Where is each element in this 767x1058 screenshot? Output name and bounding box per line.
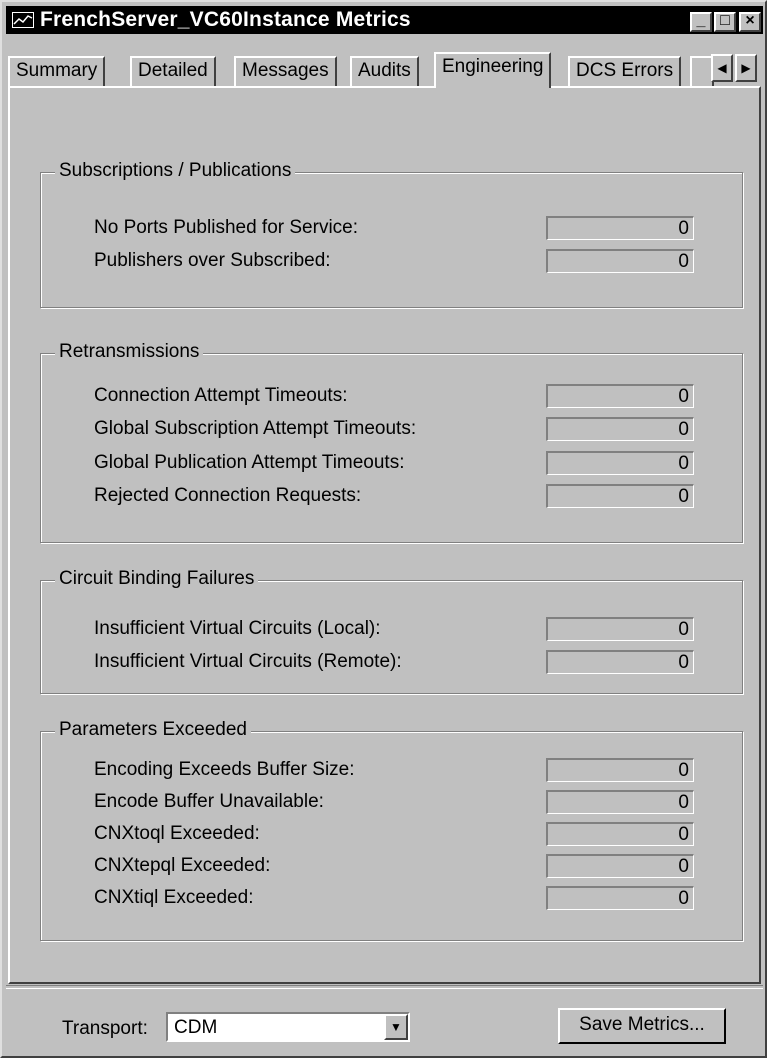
metric-row: Encode Buffer Unavailable: 0	[94, 790, 694, 816]
metric-row: Insufficient Virtual Circuits (Local): 0	[94, 617, 694, 643]
metric-value: 0	[546, 650, 694, 674]
metric-label: Global Subscription Attempt Timeouts:	[94, 418, 417, 439]
metric-label: Insufficient Virtual Circuits (Local):	[94, 618, 381, 639]
metric-label: CNXtoql Exceeded:	[94, 823, 260, 844]
metric-row: Encoding Exceeds Buffer Size: 0	[94, 758, 694, 784]
tab-engineering[interactable]: Engineering	[434, 52, 552, 88]
metric-value: 0	[546, 484, 694, 508]
minimize-button[interactable]: _	[690, 12, 712, 32]
dropdown-button[interactable]: ▼	[384, 1014, 408, 1040]
metric-value: 0	[546, 790, 694, 814]
metric-label: CNXtepql Exceeded:	[94, 855, 271, 876]
window-title: FrenchServer_VC60Instance Metrics	[40, 8, 411, 31]
metric-label: Encode Buffer Unavailable:	[94, 791, 324, 812]
group-title: Circuit Binding Failures	[55, 568, 259, 590]
arrow-right-icon: ▶	[741, 61, 751, 75]
metric-value: 0	[546, 417, 694, 441]
minimize-icon: _	[696, 12, 706, 29]
tab-detailed[interactable]: Detailed	[130, 56, 216, 86]
metric-label: No Ports Published for Service:	[94, 217, 359, 238]
chevron-down-icon: ▼	[390, 1020, 402, 1034]
metric-value: 0	[546, 216, 694, 240]
metric-row: Global Subscription Attempt Timeouts: 0	[94, 417, 694, 443]
metric-row: CNXtepql Exceeded: 0	[94, 854, 694, 880]
tab-dcs-errors[interactable]: DCS Errors	[568, 56, 682, 86]
tab-strip: Summary Detailed Messages Audits Enginee…	[6, 52, 763, 88]
footer-divider	[6, 985, 763, 989]
metric-label: Insufficient Virtual Circuits (Remote):	[94, 651, 402, 672]
metric-value: 0	[546, 886, 694, 910]
metric-row: Publishers over Subscribed: 0	[94, 249, 694, 275]
metrics-window-icon	[12, 12, 34, 28]
metric-row: CNXtiql Exceeded: 0	[94, 886, 694, 912]
metric-label: Encoding Exceeds Buffer Size:	[94, 759, 355, 780]
title-bar[interactable]: FrenchServer_VC60Instance Metrics _ □ ×	[6, 6, 763, 34]
maximize-button[interactable]: □	[714, 12, 736, 32]
tab-messages[interactable]: Messages	[234, 56, 337, 86]
metric-row: Global Publication Attempt Timeouts: 0	[94, 451, 694, 477]
close-icon: ×	[745, 12, 755, 29]
arrow-left-icon: ◀	[717, 61, 727, 75]
group-title: Subscriptions / Publications	[55, 160, 296, 182]
metric-label: Rejected Connection Requests:	[94, 485, 362, 506]
retransmissions-group: Retransmissions	[40, 341, 743, 543]
group-title: Retransmissions	[55, 341, 204, 363]
metric-value: 0	[546, 451, 694, 475]
metric-value: 0	[546, 249, 694, 273]
transport-label: Transport:	[62, 1018, 148, 1039]
metric-value: 0	[546, 854, 694, 878]
metric-value: 0	[546, 758, 694, 782]
tab-scroll-right-button[interactable]: ▶	[735, 54, 757, 82]
metric-row: Connection Attempt Timeouts: 0	[94, 384, 694, 410]
metric-value: 0	[546, 384, 694, 408]
metric-label: Global Publication Attempt Timeouts:	[94, 452, 405, 473]
transport-select[interactable]: CDM ▼	[166, 1012, 410, 1042]
group-title: Parameters Exceeded	[55, 719, 251, 741]
metric-value: 0	[546, 822, 694, 846]
metric-row: Insufficient Virtual Circuits (Remote): …	[94, 650, 694, 676]
metrics-window: FrenchServer_VC60Instance Metrics _ □ × …	[0, 0, 767, 1058]
maximize-icon: □	[720, 12, 730, 29]
metric-row: CNXtoql Exceeded: 0	[94, 822, 694, 848]
tab-audits[interactable]: Audits	[350, 56, 419, 86]
save-metrics-button[interactable]: Save Metrics...	[558, 1008, 726, 1044]
metric-row: No Ports Published for Service: 0	[94, 216, 694, 242]
close-button[interactable]: ×	[739, 12, 761, 32]
metric-row: Rejected Connection Requests: 0	[94, 484, 694, 510]
metric-label: Publishers over Subscribed:	[94, 250, 331, 271]
metric-label: Connection Attempt Timeouts:	[94, 385, 348, 406]
tab-scroll-left-button[interactable]: ◀	[711, 54, 733, 82]
transport-select-value: CDM	[174, 1017, 218, 1038]
tab-summary[interactable]: Summary	[8, 56, 106, 86]
metric-value: 0	[546, 617, 694, 641]
metric-label: CNXtiql Exceeded:	[94, 887, 254, 908]
